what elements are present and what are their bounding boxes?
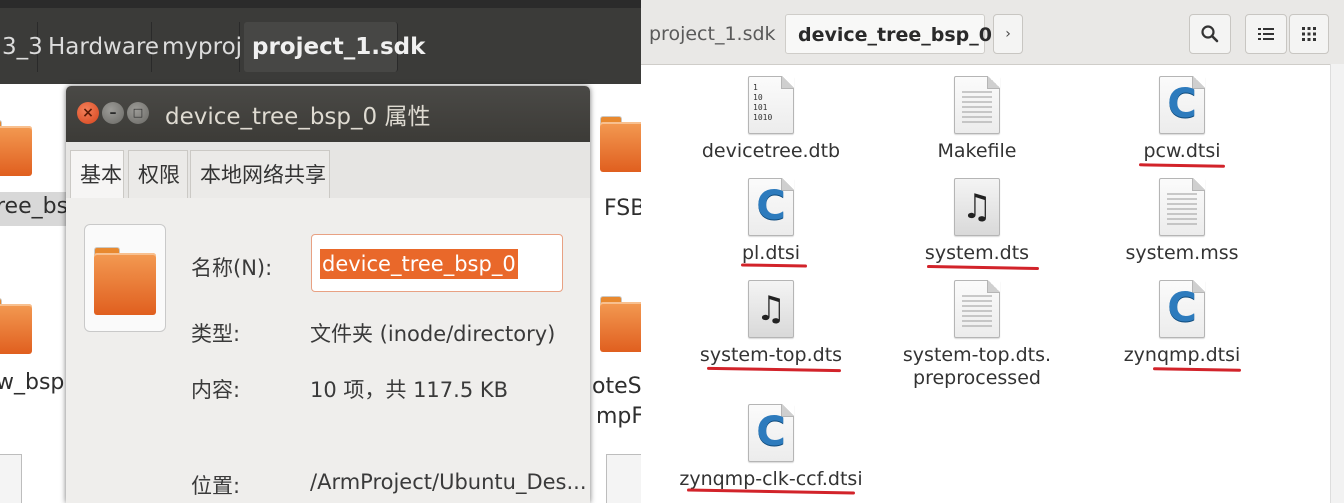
header-bar: project_1.sdk device_tree_bsp_0 › <box>641 0 1344 65</box>
breadcrumb-hardware[interactable]: Hardware <box>40 22 159 72</box>
breadcrumb-3-3[interactable]: 3_3 <box>0 22 43 72</box>
dialog-title: device_tree_bsp_0 属性 <box>165 104 431 130</box>
tab-local-share[interactable]: 本地网络共享 <box>190 150 330 198</box>
folder-label[interactable]: mpFi <box>596 404 641 429</box>
contents-value: 10 项，共 117.5 KB <box>310 378 509 402</box>
location-value: /ArmProject/Ubuntu_Des... <box>310 470 587 494</box>
file-label-line2[interactable]: preprocessed <box>897 367 1057 389</box>
breadcrumb-device-tree[interactable]: device_tree_bsp_0 <box>785 14 992 54</box>
red-underline-annotation <box>1152 367 1242 372</box>
path-bar: 3_3 Hardware myproj project_1.sdk <box>0 8 641 84</box>
file-label-system-top-preprocessed[interactable]: system-top.dts. <box>897 344 1057 366</box>
name-label: 名称(N): <box>191 256 273 280</box>
breadcrumb-myproj[interactable]: myproj <box>154 22 242 72</box>
c-source-icon[interactable]: C <box>1159 280 1205 338</box>
name-input-value[interactable]: device_tree_bsp_0 <box>320 249 518 279</box>
file-icon[interactable] <box>606 454 641 503</box>
name-input[interactable]: device_tree_bsp_0 <box>311 234 563 292</box>
folder-icon[interactable] <box>600 296 641 352</box>
search-icon <box>1201 25 1219 43</box>
breadcrumb-project-sdk[interactable]: project_1.sdk <box>649 14 776 54</box>
grid-view-button[interactable] <box>1289 14 1329 54</box>
red-underline-annotation <box>926 265 1040 270</box>
file-label-system-dts[interactable]: system.dts <box>907 242 1047 264</box>
text-file-icon[interactable] <box>954 280 1000 338</box>
red-underline-annotation <box>1138 163 1226 168</box>
list-view-button[interactable] <box>1245 14 1287 54</box>
tab-permissions[interactable]: 权限 <box>128 150 188 198</box>
minimize-button[interactable]: – <box>102 102 124 124</box>
file-label-pl-dtsi[interactable]: pl.dtsi <box>701 242 841 264</box>
chevron-right-icon[interactable]: › <box>993 14 1023 54</box>
audio-file-icon[interactable]: ♫ <box>748 280 794 338</box>
file-manager-window: project_1.sdk device_tree_bsp_0 › 1 10 1… <box>641 0 1344 503</box>
properties-dialog: × – □ device_tree_bsp_0 属性 基本 权限 本地网络共享 … <box>66 86 590 503</box>
dialog-tabs: 基本 权限 本地网络共享 <box>66 142 590 199</box>
file-label-system-top-dts[interactable]: system-top.dts <box>691 344 851 366</box>
list-view-icon <box>1258 28 1274 40</box>
dialog-body: 名称(N): device_tree_bsp_0 类型: 文件夹 (inode/… <box>66 198 590 503</box>
folder-icon[interactable] <box>0 298 32 354</box>
text-file-icon[interactable] <box>1159 178 1205 236</box>
background-file-manager: 3_3 Hardware myproj project_1.sdk ree_bs… <box>0 0 641 503</box>
close-button[interactable]: × <box>77 102 99 124</box>
file-label-pcw-dtsi[interactable]: pcw.dtsi <box>1112 140 1252 162</box>
audio-file-icon[interactable]: ♫ <box>954 178 1000 236</box>
breadcrumb-project-sdk[interactable]: project_1.sdk <box>244 22 425 72</box>
dialog-titlebar[interactable]: × – □ device_tree_bsp_0 属性 <box>66 86 590 142</box>
maximize-button[interactable]: □ <box>127 102 149 124</box>
c-source-icon[interactable]: C <box>748 178 794 236</box>
file-label-zynqmp-dtsi[interactable]: zynqmp.dtsi <box>1102 344 1262 366</box>
location-label: 位置: <box>191 474 241 498</box>
folder-label[interactable]: w_bsp <box>0 370 64 395</box>
file-label-devicetree-dtb[interactable]: devicetree.dtb <box>701 140 841 162</box>
tab-basic[interactable]: 基本 <box>70 150 124 198</box>
file-icon[interactable] <box>0 454 22 503</box>
type-value: 文件夹 (inode/directory) <box>310 322 556 346</box>
binary-file-icon[interactable]: 1 10 101 1010 <box>748 76 794 134</box>
file-label-system-mss[interactable]: system.mss <box>1112 242 1252 264</box>
file-label-makefile[interactable]: Makefile <box>907 140 1047 162</box>
folder-label[interactable]: FSBl <box>604 196 641 221</box>
folder-icon[interactable] <box>600 116 641 172</box>
c-source-icon[interactable]: C <box>1159 76 1205 134</box>
c-source-icon[interactable]: C <box>748 404 794 462</box>
folder-label[interactable]: oteSy <box>592 374 641 399</box>
type-label: 类型: <box>191 322 241 346</box>
red-underline-annotation <box>706 366 842 373</box>
folder-icon-button[interactable] <box>84 224 166 332</box>
scrollbar[interactable] <box>1330 64 1344 503</box>
folder-icon[interactable] <box>0 120 32 176</box>
file-label-zynqmp-clk-ccf-dtsi[interactable]: zynqmp-clk-ccf.dtsi <box>671 468 871 490</box>
folder-icon <box>94 247 156 315</box>
text-file-icon[interactable] <box>954 76 1000 134</box>
red-underline-annotation <box>740 263 808 268</box>
search-button[interactable] <box>1189 14 1231 54</box>
contents-label: 内容: <box>191 378 241 402</box>
top-panel <box>0 0 641 8</box>
grid-view-icon <box>1302 27 1316 41</box>
